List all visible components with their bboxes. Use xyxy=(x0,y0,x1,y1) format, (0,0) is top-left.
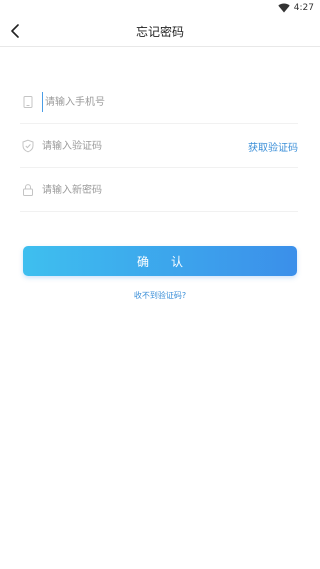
page-title: 忘记密码 xyxy=(135,25,184,39)
phone-icon xyxy=(23,96,33,108)
reset-password-form: 获取验证码 xyxy=(20,80,298,212)
password-row xyxy=(20,168,298,212)
shield-icon xyxy=(22,139,34,153)
confirm-button[interactable]: 确认 xyxy=(23,246,297,276)
code-row: 获取验证码 xyxy=(20,124,298,168)
lock-icon xyxy=(23,184,33,196)
status-bar: 4:27 xyxy=(0,0,320,16)
status-time: 4:27 xyxy=(293,3,314,13)
status-right: 4:27 xyxy=(278,2,314,14)
verification-code-input[interactable] xyxy=(42,136,232,156)
new-password-input[interactable] xyxy=(42,180,232,200)
no-code-link[interactable]: 收不到验证码? xyxy=(0,290,320,301)
wifi-icon xyxy=(278,3,290,13)
phone-row xyxy=(20,80,298,124)
phone-input[interactable] xyxy=(42,92,235,112)
get-code-button[interactable]: 获取验证码 xyxy=(248,139,298,154)
nav-bar: 忘记密码 xyxy=(0,16,320,47)
